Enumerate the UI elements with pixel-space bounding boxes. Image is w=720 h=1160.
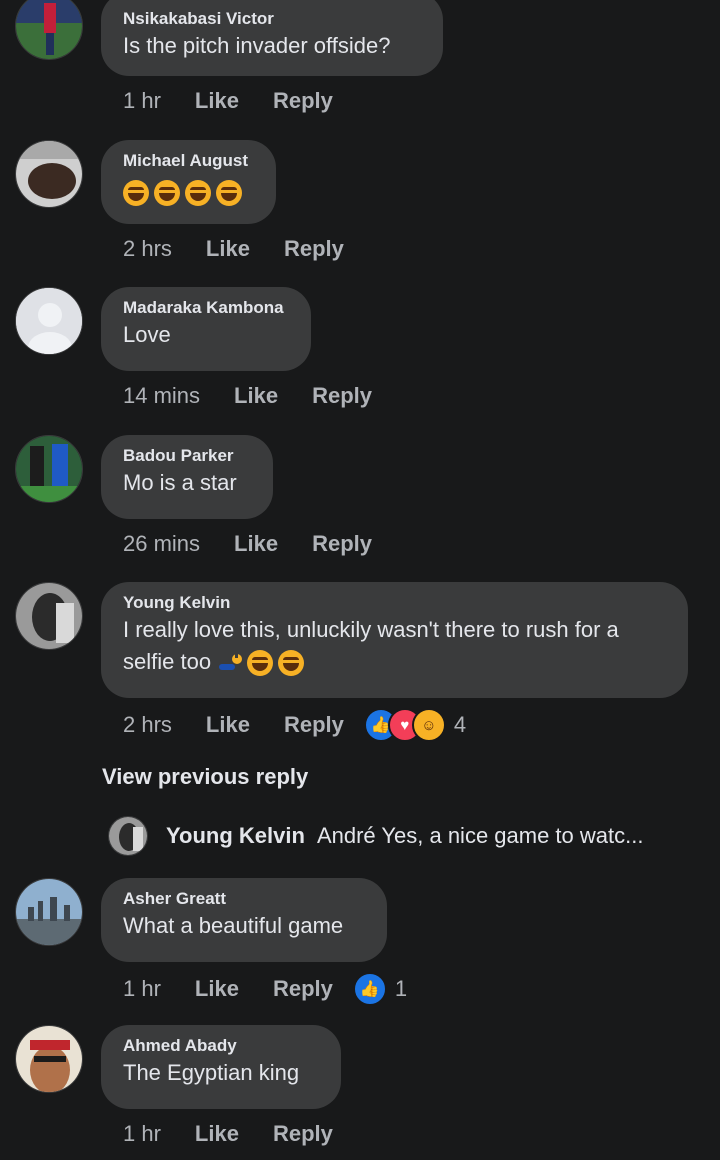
like-button[interactable]: Like [234, 383, 278, 409]
like-button[interactable]: Like [206, 236, 250, 262]
comment-author[interactable]: Badou Parker [123, 445, 251, 467]
comment-text [123, 176, 254, 208]
comment-bubble: Young Kelvin I really love this, unlucki… [101, 582, 688, 698]
avatar[interactable] [15, 582, 83, 650]
comment-time[interactable]: 1 hr [123, 88, 161, 114]
reply-button[interactable]: Reply [312, 531, 372, 557]
comment-actions: 1 hr Like Reply [123, 1121, 367, 1147]
reply-button[interactable]: Reply [284, 712, 344, 738]
avatar[interactable] [15, 878, 83, 946]
comment-author[interactable]: Asher Greatt [123, 888, 365, 910]
comment-actions: 1 hr Like Reply 👍 1 [123, 972, 407, 1006]
comment-text: The Egyptian king [123, 1060, 300, 1085]
avatar[interactable] [15, 287, 83, 355]
comment-time[interactable]: 14 mins [123, 383, 200, 409]
reply-text: André Yes, a nice game to watc... [316, 823, 644, 848]
comment-bubble: Nsikakabasi Victor Is the pitch invader … [101, 0, 443, 76]
reactions-summary[interactable]: 👍 1 [352, 972, 408, 1006]
comment-text: Is the pitch invader offside? [123, 33, 391, 58]
comment-text-line: I really love this, unluckily wasn't the… [123, 617, 619, 642]
avatar[interactable] [15, 140, 83, 208]
comment-author[interactable]: Nsikakabasi Victor [123, 8, 421, 30]
laughing-emoji-icon [185, 180, 211, 207]
comment-actions: 1 hr Like Reply [123, 88, 367, 114]
comment-text-line: selfie too [123, 646, 666, 678]
comment-time[interactable]: 1 hr [123, 976, 161, 1002]
reply-button[interactable]: Reply [312, 383, 372, 409]
comment-bubble: Asher Greatt What a beautiful game [101, 878, 387, 962]
comment-actions: 2 hrs Like Reply [123, 236, 378, 262]
comment-bubble: Badou Parker Mo is a star [101, 435, 273, 519]
laughing-emoji-icon [123, 180, 149, 207]
reply-button[interactable]: Reply [273, 1121, 333, 1147]
comment-bubble: Michael August [101, 140, 276, 224]
reaction-count: 4 [453, 712, 467, 737]
reply-author[interactable]: Young Kelvin [166, 823, 305, 849]
comment-actions: 14 mins Like Reply [123, 383, 406, 409]
comment-text: Love [123, 322, 171, 347]
comment-text: Mo is a star [123, 470, 237, 495]
laughing-emoji-icon [154, 180, 180, 207]
reactions-summary[interactable]: 👍 ♥ ☺ 4 [363, 708, 467, 742]
avatar[interactable] [15, 1025, 83, 1093]
like-button[interactable]: Like [234, 531, 278, 557]
comment-bubble: Ahmed Abady The Egyptian king [101, 1025, 341, 1109]
reaction-count: 1 [394, 976, 408, 1001]
avatar[interactable] [108, 816, 148, 856]
haha-reaction-icon: ☺ [411, 708, 446, 742]
laughing-emoji-icon [278, 650, 305, 677]
comment-time[interactable]: 2 hrs [123, 712, 172, 738]
like-reaction-icon: 👍 [352, 972, 387, 1006]
comment-author[interactable]: Madaraka Kambona [123, 297, 289, 319]
comment-text-fragment: selfie too [123, 649, 212, 674]
like-button[interactable]: Like [195, 976, 239, 1002]
comment-time[interactable]: 2 hrs [123, 236, 172, 262]
selfie-emoji-icon [219, 652, 243, 671]
avatar[interactable] [15, 435, 83, 503]
laughing-emoji-icon [216, 180, 242, 207]
view-previous-reply-link[interactable]: View previous reply [102, 764, 308, 790]
reply-button[interactable]: Reply [284, 236, 344, 262]
laughing-emoji-icon [247, 650, 274, 677]
reply-preview[interactable]: Young Kelvin André Yes, a nice game to w… [108, 816, 643, 856]
like-button[interactable]: Like [195, 88, 239, 114]
comment-actions: 2 hrs Like Reply 👍 ♥ ☺ 4 [123, 708, 466, 742]
comment-author[interactable]: Ahmed Abady [123, 1035, 319, 1057]
comment-text: I really love this, unluckily wasn't the… [123, 614, 666, 678]
comment-author[interactable]: Young Kelvin [123, 592, 666, 614]
reply-button[interactable]: Reply [273, 88, 333, 114]
comment-time[interactable]: 26 mins [123, 531, 200, 557]
reply-button[interactable]: Reply [273, 976, 333, 1002]
like-button[interactable]: Like [206, 712, 250, 738]
like-button[interactable]: Like [195, 1121, 239, 1147]
comment-text: What a beautiful game [123, 913, 344, 938]
comment-bubble: Madaraka Kambona Love [101, 287, 311, 371]
comment-time[interactable]: 1 hr [123, 1121, 161, 1147]
comment-author[interactable]: Michael August [123, 150, 254, 172]
comment-actions: 26 mins Like Reply [123, 531, 406, 557]
avatar[interactable] [15, 0, 83, 60]
